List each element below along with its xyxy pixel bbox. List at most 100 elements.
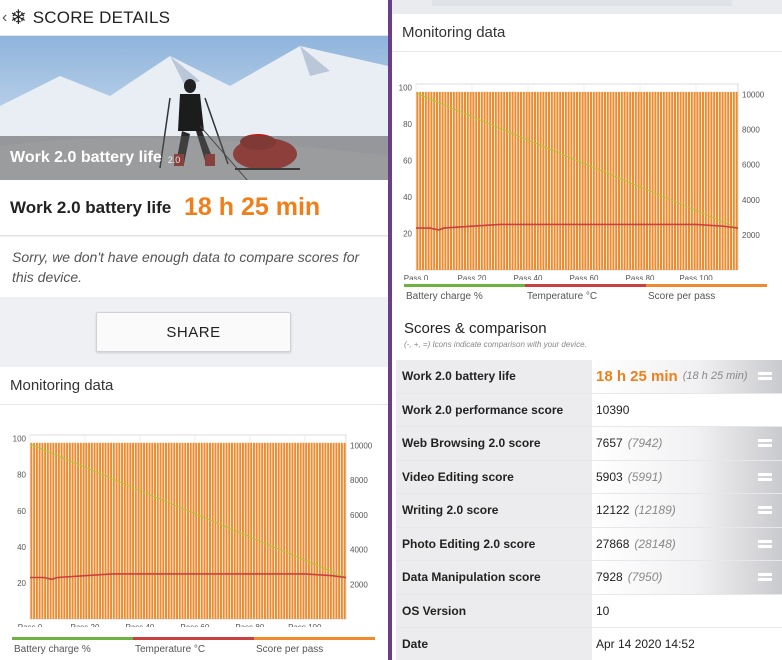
score-bar [74, 442, 77, 619]
score-bar [63, 442, 66, 619]
score-bar [450, 91, 452, 270]
y-left-tick-label: 80 [403, 120, 412, 129]
score-bar [269, 442, 272, 619]
score-bar [690, 91, 693, 270]
hero-image: Work 2.0 battery life 2.0 [0, 36, 388, 180]
score-bar [489, 91, 492, 270]
score-bar [567, 91, 570, 270]
score-bar [225, 442, 228, 619]
x-tick-label: Pass 40 [514, 274, 543, 280]
equal-icon[interactable] [758, 539, 772, 548]
score-row-label: Work 2.0 performance score [396, 393, 592, 426]
score-bar [60, 442, 63, 619]
share-button[interactable]: SHARE [96, 312, 291, 352]
score-bar [90, 442, 93, 619]
back-icon[interactable]: ‹ [2, 9, 10, 27]
y-right-tick-label: 2000 [350, 580, 368, 589]
monitoring-chart: 20 40 60 80 100 2000 4000 6000 8000 10000 Pass 0 Pa… [13, 434, 373, 627]
score-bar [419, 91, 422, 270]
score-bar [433, 91, 436, 270]
score-bar [480, 91, 483, 270]
score-bar [584, 91, 587, 270]
score-bar [85, 442, 88, 619]
score-bar [132, 442, 135, 619]
x-tick-label: Pass 60 [180, 623, 209, 627]
score-row: Work 2.0 performance score 10390 [396, 393, 782, 427]
equal-icon[interactable] [758, 372, 772, 381]
score-bar [497, 91, 500, 270]
score-bar [665, 91, 668, 270]
score-bar [283, 442, 286, 619]
score-bar [595, 91, 598, 270]
score-bar [285, 442, 288, 619]
score-bar [206, 442, 209, 619]
score-bar [710, 91, 713, 270]
score-bar [506, 91, 508, 270]
score-bar [313, 442, 316, 619]
score-row-label: Web Browsing 2.0 score [396, 427, 592, 460]
score-bar [674, 91, 676, 270]
score-bar [598, 91, 601, 270]
score-bar [564, 91, 567, 270]
score-label: Work 2.0 battery life [10, 197, 172, 217]
score-row-value: 10390 [592, 394, 782, 427]
score-bar [272, 442, 275, 619]
score-bar [332, 442, 335, 619]
snowflake-icon: ❄ [10, 7, 27, 29]
y-left-tick-label: 60 [17, 507, 26, 516]
score-row: OS Version 10 [396, 594, 782, 628]
score-bar [508, 91, 511, 270]
score-bar [129, 442, 132, 619]
legend-score: Score per pass [254, 637, 375, 655]
score-bar [492, 91, 494, 270]
score-row: Work 2.0 battery life 18 h 25 min (18 h 25… [396, 360, 782, 394]
score-row-label: Date [396, 628, 592, 660]
equal-icon[interactable] [758, 506, 772, 515]
y-left-tick-label: 20 [17, 579, 26, 588]
score-bar [250, 442, 253, 619]
score-bar [167, 442, 170, 619]
score-bar [176, 442, 178, 619]
comparison-value: (28148) [634, 536, 676, 551]
monitoring-title: Monitoring data [392, 14, 782, 52]
x-tick-label: Pass 80 [626, 274, 655, 280]
score-bar [657, 91, 660, 270]
score-bar [291, 442, 294, 619]
score-bar [646, 91, 648, 270]
equal-icon[interactable] [758, 472, 772, 481]
score-bar [620, 91, 623, 270]
score-bar [165, 442, 167, 619]
score-row: Date Apr 14 2020 14:52 [396, 628, 782, 660]
score-bar [335, 442, 338, 619]
score-value: 18 h 25 min [184, 193, 321, 221]
y-left-tick-label: 20 [403, 230, 412, 239]
score-bar [671, 91, 674, 270]
score-bar [156, 442, 159, 619]
score-bar [38, 442, 41, 619]
comparison-value: (7942) [627, 436, 663, 451]
equal-icon[interactable] [758, 439, 772, 448]
score-bar [263, 442, 266, 619]
scroll-edge [392, 0, 782, 14]
score-value: 7928 [596, 570, 623, 585]
score-bar [46, 442, 49, 619]
score-bar [30, 442, 33, 619]
score-row-label: Writing 2.0 score [396, 494, 592, 527]
score-bar [632, 91, 634, 270]
score-bar [118, 442, 121, 619]
equal-icon[interactable] [758, 573, 772, 582]
score-bar [126, 442, 129, 619]
score-bar [483, 91, 486, 270]
score-bar [556, 91, 559, 270]
scores-title: Scores & comparison [404, 320, 547, 337]
score-bar [581, 91, 584, 270]
score-row: Photo Editing 2.0 score 27868 (28148) [396, 527, 782, 561]
top-bar: ‹ ❄ SCORE DETAILS [0, 0, 388, 36]
y-right-tick-label: 8000 [742, 126, 760, 135]
score-bar [651, 91, 654, 270]
score-bar [562, 91, 564, 270]
score-bar [187, 442, 189, 619]
score-bar [676, 91, 679, 270]
score-bar [110, 442, 113, 619]
score-row: Web Browsing 2.0 score 7657 (7942) [396, 427, 782, 461]
